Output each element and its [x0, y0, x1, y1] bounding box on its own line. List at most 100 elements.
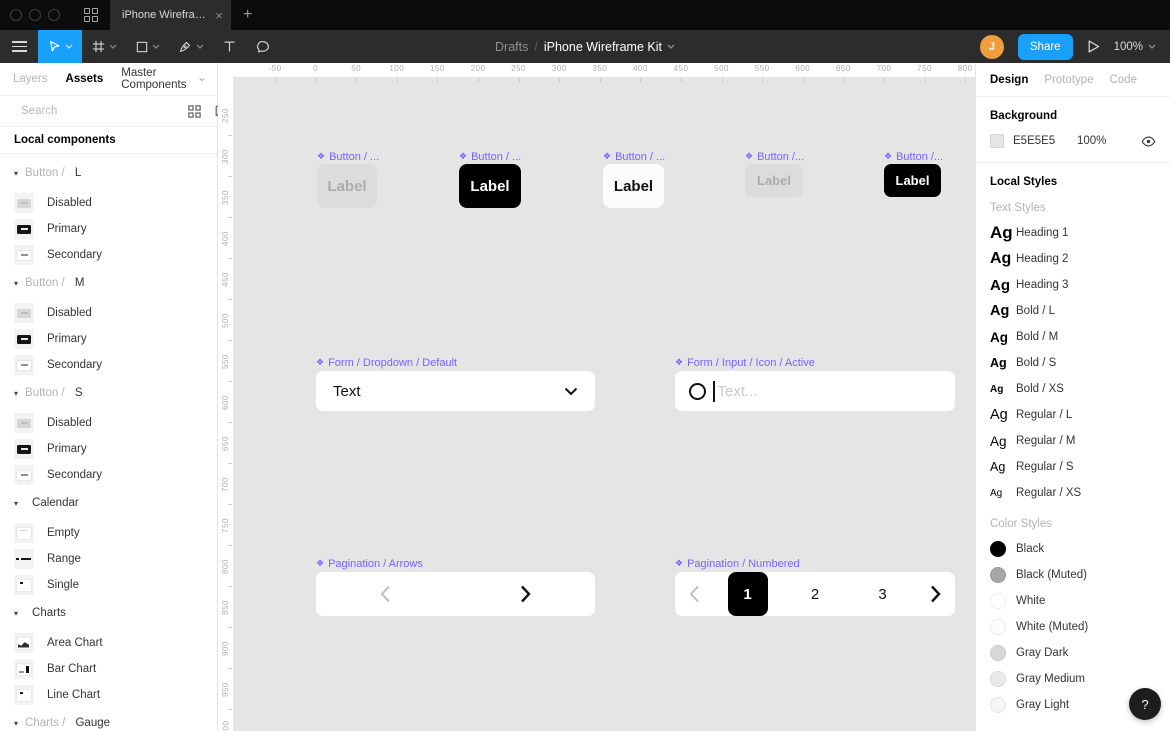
component-caption[interactable]: ❖ Button / ... — [603, 150, 665, 163]
caret-down-icon[interactable]: ▾ — [14, 719, 18, 728]
text-style-row[interactable]: Ag Bold / M — [990, 324, 1156, 350]
button-component[interactable]: ❖ Button / ... Label — [603, 150, 665, 208]
page-number[interactable]: 2 — [795, 586, 835, 603]
text-style-row[interactable]: Ag Regular / XS — [990, 480, 1156, 506]
tab-prototype[interactable]: Prototype — [1044, 74, 1093, 86]
document-tab[interactable]: iPhone Wireframe Kit × — [110, 0, 231, 30]
component-list-entry[interactable]: ▾ Charts / Gauge — [0, 710, 217, 731]
component-list-entry[interactable]: ▾ Disabled — [0, 300, 217, 326]
component-list-entry[interactable]: ▾ Primary — [0, 436, 217, 462]
tab-layers[interactable]: Layers — [13, 73, 48, 85]
new-tab-button[interactable]: + — [231, 0, 264, 30]
visibility-toggle[interactable] — [1141, 136, 1156, 147]
component-list-entry[interactable]: ▾ Primary — [0, 216, 217, 242]
window-close-button[interactable] — [10, 9, 22, 21]
component-list-entry[interactable]: ▾ Charts — [0, 600, 217, 626]
component-grid-view-button[interactable] — [187, 104, 202, 119]
text-tool-button[interactable] — [213, 30, 246, 63]
text-style-row[interactable]: Ag Bold / L — [990, 298, 1156, 324]
close-icon[interactable]: × — [215, 9, 223, 22]
page-number[interactable]: 1 — [728, 572, 768, 616]
chevron-left-icon[interactable] — [380, 585, 391, 603]
component-list-entry[interactable]: ▾ Line Chart — [0, 682, 217, 708]
master-components-dropdown[interactable]: Master Components — [121, 67, 205, 91]
component-list-entry[interactable]: ▾ Primary — [0, 326, 217, 352]
background-hex-value[interactable]: E5E5E5 — [1013, 135, 1065, 147]
present-play-button[interactable] — [1087, 39, 1100, 54]
search-input[interactable] — [21, 105, 175, 117]
pagination-arrows-preview[interactable] — [316, 572, 595, 616]
tab-design[interactable]: Design — [990, 74, 1028, 86]
background-color-swatch[interactable] — [990, 134, 1004, 148]
color-style-row[interactable]: Black (Muted) — [990, 562, 1156, 588]
button-preview[interactable]: Label — [884, 164, 941, 197]
share-button[interactable]: Share — [1018, 34, 1073, 60]
caret-down-icon[interactable]: ▾ — [14, 389, 18, 398]
component-caption[interactable]: ❖ Pagination / Arrows — [316, 557, 595, 570]
breadcrumb-project[interactable]: Drafts — [495, 40, 528, 54]
page-number[interactable]: 3 — [863, 586, 903, 603]
file-browser-button[interactable] — [72, 0, 110, 30]
move-tool-button[interactable] — [38, 30, 82, 63]
text-style-row[interactable]: Ag Bold / S — [990, 350, 1156, 376]
component-caption[interactable]: ❖ Form / Input / Icon / Active — [675, 356, 955, 369]
text-style-row[interactable]: Ag Bold / XS — [990, 376, 1156, 402]
avatar[interactable]: J — [980, 35, 1004, 59]
caret-down-icon[interactable]: ▾ — [14, 609, 18, 618]
component-list-entry[interactable]: ▾ Button / M — [0, 270, 217, 296]
frame-tool-button[interactable] — [82, 30, 126, 63]
pagination-numbered-preview[interactable]: 1 2 3 — [675, 572, 955, 616]
input-preview[interactable]: Text... — [675, 371, 955, 411]
text-style-row[interactable]: Ag Regular / L — [990, 402, 1156, 428]
color-style-row[interactable]: White (Muted) — [990, 614, 1156, 640]
component-list-entry[interactable]: ▾ Secondary — [0, 462, 217, 488]
chevron-right-icon[interactable] — [930, 585, 941, 603]
text-style-row[interactable]: Ag Heading 1 — [990, 220, 1156, 246]
component-list-entry[interactable]: ▾ Calendar — [0, 490, 217, 516]
breadcrumb-file-menu[interactable]: iPhone Wireframe Kit — [544, 40, 675, 54]
component-list-entry[interactable]: ▾ Button / S — [0, 380, 217, 406]
caret-down-icon[interactable]: ▾ — [14, 169, 18, 178]
component-list-entry[interactable]: ▾ Secondary — [0, 352, 217, 378]
input-component[interactable]: ❖ Form / Input / Icon / Active Text... — [675, 356, 955, 411]
button-component[interactable]: ❖ Button / ... Label — [317, 150, 379, 208]
component-caption[interactable]: ❖ Pagination / Numbered — [675, 557, 955, 570]
dropdown-preview[interactable]: Text — [316, 371, 595, 411]
chevron-left-icon[interactable] — [689, 585, 700, 603]
color-style-row[interactable]: White — [990, 588, 1156, 614]
color-style-row[interactable]: Gray Dark — [990, 640, 1156, 666]
caret-down-icon[interactable]: ▾ — [14, 279, 18, 288]
button-preview[interactable]: Label — [745, 164, 803, 197]
color-style-row[interactable]: Gray Medium — [990, 666, 1156, 692]
text-style-row[interactable]: Ag Heading 2 — [990, 246, 1156, 272]
component-caption[interactable]: ❖ Form / Dropdown / Default — [316, 356, 595, 369]
comment-tool-button[interactable] — [246, 30, 280, 63]
component-caption[interactable]: ❖ Button / ... — [459, 150, 521, 163]
pagination-arrows-component[interactable]: ❖ Pagination / Arrows — [316, 557, 595, 616]
component-caption[interactable]: ❖ Button /... — [745, 150, 804, 163]
dropdown-component[interactable]: ❖ Form / Dropdown / Default Text — [316, 356, 595, 411]
button-component[interactable]: ❖ Button / ... Label — [459, 150, 521, 208]
text-style-row[interactable]: Ag Regular / S — [990, 454, 1156, 480]
tab-assets[interactable]: Assets — [66, 73, 104, 85]
component-list-entry[interactable]: ▾ Secondary — [0, 242, 217, 268]
component-list-entry[interactable]: ▾ Bar Chart — [0, 656, 217, 682]
tab-code[interactable]: Code — [1110, 74, 1138, 86]
component-list-entry[interactable]: ▾ Empty — [0, 520, 217, 546]
component-list-entry[interactable]: ▾ Disabled — [0, 190, 217, 216]
zoom-level-control[interactable]: 100% — [1114, 41, 1156, 53]
chevron-right-icon[interactable] — [520, 585, 531, 603]
button-component[interactable]: ❖ Button /... Label — [745, 150, 804, 197]
help-button[interactable]: ? — [1129, 688, 1161, 720]
window-zoom-button[interactable] — [48, 9, 60, 21]
component-caption[interactable]: ❖ Button /... — [884, 150, 943, 163]
text-style-row[interactable]: Ag Regular / M — [990, 428, 1156, 454]
component-list-entry[interactable]: ▾ Area Chart — [0, 630, 217, 656]
component-list-entry[interactable]: ▾ Single — [0, 572, 217, 598]
component-list-entry[interactable]: ▾ Range — [0, 546, 217, 572]
window-minimize-button[interactable] — [29, 9, 41, 21]
button-preview[interactable]: Label — [603, 164, 664, 208]
canvas[interactable]: -50 0 50 100 — [233, 63, 975, 731]
pagination-numbered-component[interactable]: ❖ Pagination / Numbered 1 2 3 — [675, 557, 955, 616]
color-style-row[interactable]: Black — [990, 536, 1156, 562]
